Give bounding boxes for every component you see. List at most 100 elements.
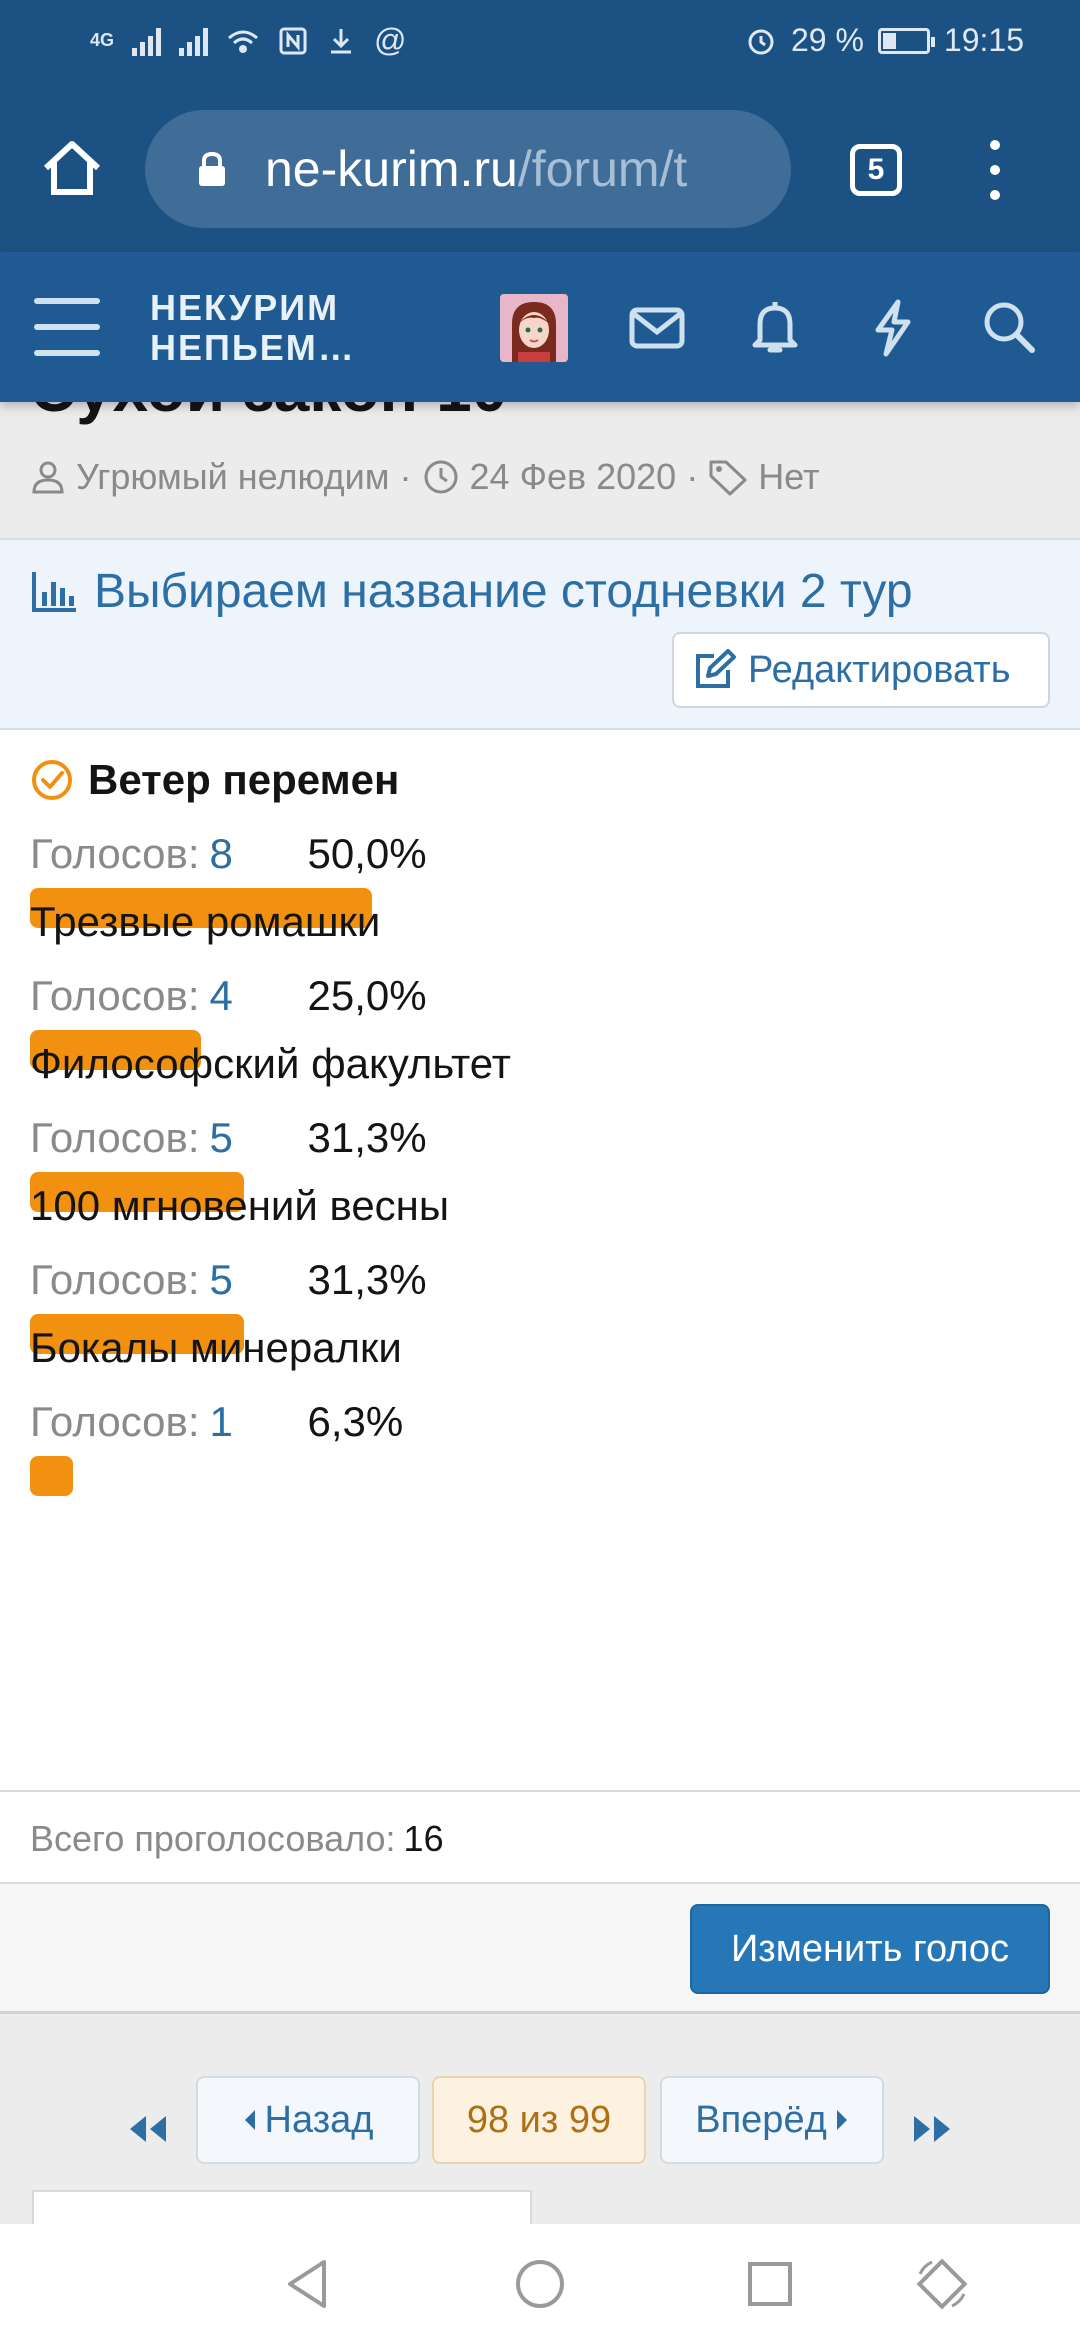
- site-logo[interactable]: НЕКУРИМ НЕПЬЕМ…: [150, 288, 356, 368]
- home-icon[interactable]: [36, 132, 108, 204]
- poll-option: Бокалы минералки Голосов: 1 6,3%: [30, 1324, 403, 1496]
- meta-separator-2: ·: [686, 456, 699, 497]
- check-circle-icon: [32, 760, 72, 800]
- poll-total: Всего проголосовало: 16: [0, 1792, 1080, 1884]
- poll-option-label-row: Трезвые ромашки: [30, 898, 427, 946]
- thread-tags: Нет: [758, 456, 820, 497]
- bar-chart-icon: [32, 571, 76, 612]
- poll-title-row: Выбираем название стодневки 2 тур: [30, 564, 913, 619]
- edit-poll-button[interactable]: Редактировать: [672, 632, 1050, 708]
- thread-author[interactable]: Угрюмый нелюдим: [76, 456, 390, 498]
- bell-icon[interactable]: [740, 292, 810, 362]
- prev-page-label: Назад: [264, 2098, 374, 2141]
- poll-option-label: Бокалы минералки: [30, 1324, 402, 1371]
- battery-icon: [877, 27, 935, 54]
- poll-option-label-row: 100 мгновений весны: [30, 1182, 449, 1230]
- rotate-icon[interactable]: [912, 2254, 972, 2314]
- votes-label: Голосов:: [30, 1256, 200, 1303]
- thread-header: Сухой закон 10 Угрюмый нелюдим · 24 Фев …: [0, 380, 1080, 538]
- votes-count[interactable]: 8: [210, 830, 286, 878]
- edit-icon: [696, 649, 736, 688]
- current-page[interactable]: 98 из 99: [432, 2076, 646, 2164]
- poll-option-stats: Голосов: 1 6,3%: [30, 1398, 403, 1446]
- url-domain: ne-kurim.ru: [265, 141, 518, 197]
- status-bar: 4G @ 29 % 19:15: [0, 0, 1080, 84]
- meta-separator: ·: [399, 456, 412, 497]
- votes-label: Голосов:: [30, 1114, 200, 1161]
- thread-meta: Угрюмый нелюдим · 24 Фев 2020 · Нет: [30, 456, 820, 498]
- votes-count[interactable]: 5: [210, 1256, 286, 1304]
- poll-option-label: Философский факультет: [30, 1040, 511, 1087]
- poll-option-label-row: Ветер перемен: [30, 756, 427, 804]
- lock-icon: [197, 151, 227, 187]
- search-icon[interactable]: [974, 292, 1044, 362]
- poll-option-stats: Голосов: 4 25,0%: [30, 972, 427, 1020]
- url-text: ne-kurim.ru/forum/t: [265, 140, 687, 198]
- votes-percent: 50,0%: [307, 830, 427, 877]
- tag-icon: [709, 460, 747, 496]
- home-nav-icon[interactable]: [510, 2254, 570, 2314]
- poll-bar: [30, 1456, 73, 1496]
- wifi-icon: [228, 30, 258, 53]
- votes-label: Голосов:: [30, 830, 200, 877]
- back-icon[interactable]: [278, 2254, 338, 2314]
- total-value: 16: [403, 1818, 444, 1859]
- poll-option-label: Трезвые ромашки: [30, 898, 381, 945]
- user-icon: [32, 461, 64, 494]
- signal-icon-2: [179, 26, 209, 56]
- logo-line-1: НЕКУРИМ: [150, 287, 340, 328]
- at-icon: @: [374, 22, 407, 58]
- poll-option-label-row: Бокалы минералки: [30, 1324, 403, 1372]
- clock: 19:15: [943, 22, 1024, 58]
- prev-page-button[interactable]: Назад: [196, 2076, 420, 2164]
- votes-percent: 31,3%: [307, 1114, 427, 1161]
- more-vert-icon[interactable]: [980, 140, 1010, 200]
- next-page-label: Вперёд: [695, 2098, 827, 2141]
- caret-left-icon: [244, 2110, 255, 2130]
- votes-count[interactable]: 4: [210, 972, 286, 1020]
- poll-option-label: 100 мгновений весны: [30, 1182, 450, 1229]
- total-label: Всего проголосовало:: [30, 1818, 396, 1859]
- alarm-icon: [748, 29, 774, 54]
- next-page-button[interactable]: Вперёд: [660, 2076, 884, 2164]
- poll-option-stats: Голосов: 5 31,3%: [30, 1256, 449, 1304]
- first-page-icon[interactable]: [124, 2112, 170, 2146]
- address-bar[interactable]: ne-kurim.ru/forum/t: [145, 110, 791, 228]
- system-nav-bar: [0, 2224, 1080, 2340]
- browser-toolbar: ne-kurim.ru/forum/t 5: [0, 84, 1080, 252]
- votes-label: Голосов:: [30, 1398, 200, 1445]
- poll-option-label-row: Философский факультет: [30, 1040, 511, 1088]
- url-path: /forum/t: [517, 141, 688, 197]
- mail-icon[interactable]: [622, 292, 692, 362]
- votes-count[interactable]: 1: [210, 1398, 286, 1446]
- site-header: НЕКУРИМ НЕПЬЕМ…: [0, 252, 1080, 402]
- votes-count[interactable]: 5: [210, 1114, 286, 1162]
- votes-percent: 6,3%: [307, 1398, 404, 1445]
- votes-label: Голосов:: [30, 972, 200, 1019]
- poll-option-stats: Голосов: 8 50,0%: [30, 830, 427, 878]
- last-page-icon[interactable]: [910, 2112, 956, 2146]
- signal-icon: [132, 26, 162, 56]
- recents-icon[interactable]: [740, 2254, 800, 2314]
- avatar[interactable]: [500, 294, 568, 362]
- logo-line-2: НЕПЬЕМ…: [150, 327, 356, 368]
- poll-header: Выбираем название стодневки 2 тур Редакт…: [0, 538, 1080, 730]
- poll-results: Ветер перемен Голосов: 8 50,0% Трезвые р…: [0, 730, 1080, 1792]
- lightning-icon[interactable]: [858, 292, 928, 362]
- poll-option-label: Ветер перемен: [88, 756, 400, 803]
- nfc-icon: [279, 27, 307, 54]
- poll-option-stats: Голосов: 5 31,3%: [30, 1114, 511, 1162]
- poll-title: Выбираем название стодневки 2 тур: [94, 565, 913, 618]
- edit-poll-label: Редактировать: [748, 648, 1011, 691]
- clock-icon: [424, 460, 458, 494]
- caret-right-icon: [836, 2110, 847, 2130]
- poll-actions: Изменить голос: [0, 1884, 1080, 2014]
- battery-percent: 29 %: [790, 22, 864, 58]
- download-icon: [331, 28, 352, 53]
- tabs-button[interactable]: 5: [850, 144, 902, 196]
- change-vote-button[interactable]: Изменить голос: [690, 1904, 1050, 1994]
- network-type: 4G: [90, 30, 115, 50]
- thread-date[interactable]: 24 Фев 2020: [470, 456, 677, 498]
- menu-icon[interactable]: [34, 298, 100, 356]
- votes-percent: 25,0%: [307, 972, 427, 1019]
